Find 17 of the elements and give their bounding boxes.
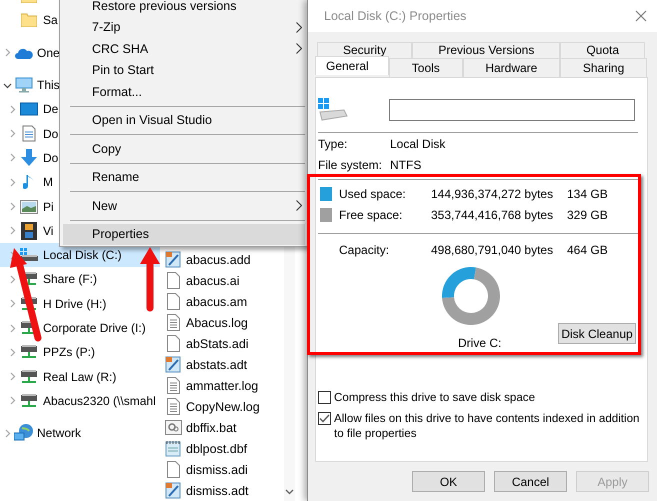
window-title: Local Disk (C:) Properties bbox=[324, 9, 466, 23]
space-label: Used space: bbox=[339, 186, 407, 200]
bytes-value: 498,680,791,040 bytes bbox=[431, 242, 554, 256]
field-value: NTFS bbox=[390, 158, 422, 172]
capacity-label: Capacity: bbox=[339, 242, 390, 256]
bytes-value: 144,936,374,272 bytes bbox=[431, 186, 554, 200]
size-value: 329 GB bbox=[567, 208, 609, 222]
field-label: Type: bbox=[318, 136, 348, 150]
size-value: 464 GB bbox=[567, 242, 609, 256]
space-label: Free space: bbox=[339, 208, 404, 222]
bytes-value: 353,744,416,768 bytes bbox=[431, 208, 554, 222]
size-value: 134 GB bbox=[567, 186, 609, 200]
field-value: Local Disk bbox=[390, 136, 446, 150]
drive-label: Drive C: bbox=[458, 336, 502, 350]
checkbox-label: Allow files on this drive to have contents indexed in addition to file properties bbox=[334, 411, 640, 441]
field-label: File system: bbox=[318, 158, 384, 172]
checkbox-label: Compress this drive to save disk space bbox=[334, 390, 536, 405]
